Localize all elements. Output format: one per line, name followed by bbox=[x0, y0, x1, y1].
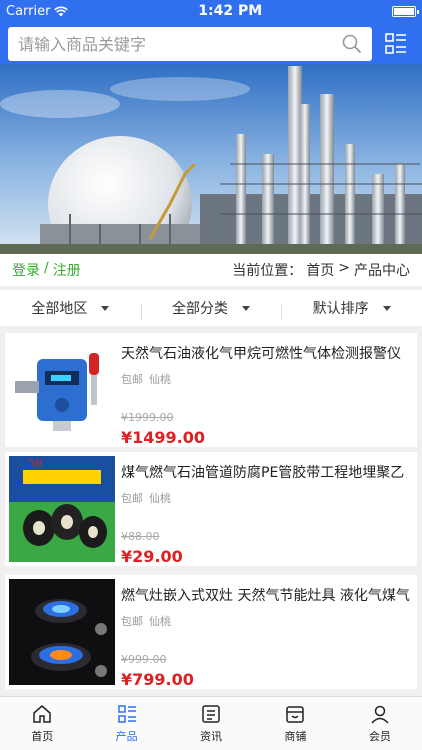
product-location: 仙桃 bbox=[149, 373, 171, 386]
battery-icon bbox=[391, 5, 419, 17]
status-bar: Carrier 1:42 PM bbox=[0, 0, 422, 22]
tab-member[interactable]: 会员 bbox=[338, 697, 422, 750]
chevron-down-icon bbox=[101, 305, 110, 311]
product-item[interactable]: 天然气石油液化气甲烷可燃性气体检测报警仪 包邮 仙桃 ¥1999.00 ¥149… bbox=[5, 333, 417, 447]
breadcrumb-current: 产品中心 bbox=[354, 263, 410, 279]
product-title[interactable]: 燃气灶嵌入式双灶 天然气节能灶具 液化气煤气 bbox=[121, 585, 417, 605]
chevron-down-icon bbox=[382, 305, 391, 311]
svg-text:飞跃: 飞跃 bbox=[27, 459, 43, 468]
original-price: ¥999.00 bbox=[121, 653, 167, 666]
tab-member-label: 会员 bbox=[368, 730, 391, 743]
filter-category-label: 全部分类 bbox=[172, 301, 228, 317]
breadcrumb-bar: 登录 / 注册 当前位置： 首页 > 产品中心 bbox=[0, 254, 422, 286]
user-icon bbox=[371, 705, 389, 724]
header-bar: Carrier 1:42 PM bbox=[0, 0, 422, 64]
sale-price: ¥1499.00 bbox=[121, 428, 206, 447]
sale-price: ¥799.00 bbox=[121, 670, 194, 689]
product-title[interactable]: 天然气石油液化气甲烷可燃性气体检测报警仪 bbox=[121, 343, 417, 363]
tab-shop-label: 商铺 bbox=[284, 730, 307, 743]
tab-shop[interactable]: 商铺 bbox=[253, 697, 337, 750]
news-icon bbox=[202, 705, 220, 723]
search-box[interactable] bbox=[8, 27, 372, 61]
tab-products[interactable]: 产品 bbox=[84, 697, 168, 750]
product-location: 仙桃 bbox=[149, 492, 171, 505]
search-icon[interactable] bbox=[342, 34, 362, 54]
breadcrumb: 当前位置： 首页 > 产品中心 bbox=[232, 260, 410, 280]
product-image-gas-stove[interactable] bbox=[9, 579, 115, 685]
list-icon bbox=[117, 705, 136, 723]
shipping-tag: 包邮 bbox=[121, 615, 143, 628]
tab-home[interactable]: 首页 bbox=[0, 697, 84, 750]
chevron-down-icon bbox=[242, 305, 250, 311]
product-item[interactable]: 燃气灶嵌入式双灶 天然气节能灶具 液化气煤气 包邮 仙桃 ¥999.00 ¥79… bbox=[5, 575, 417, 689]
product-image-gas-detector[interactable] bbox=[9, 337, 115, 443]
filter-category[interactable]: 全部分类 bbox=[140, 298, 282, 320]
shipping-tag: 包邮 bbox=[121, 492, 143, 505]
status-time: 1:42 PM bbox=[198, 3, 263, 19]
product-item[interactable]: 飞跃 煤气燃气石油管道防腐PE管胶带工程地埋聚乙 包邮 仙桃 ¥88.00 ¥2… bbox=[5, 452, 417, 566]
tab-products-label: 产品 bbox=[115, 730, 138, 743]
auth-separator: / bbox=[44, 260, 49, 276]
breadcrumb-home[interactable]: 首页 bbox=[306, 260, 334, 280]
product-image-pipe-tape[interactable]: 飞跃 bbox=[9, 456, 115, 562]
product-location: 仙桃 bbox=[149, 615, 171, 628]
home-icon bbox=[33, 705, 51, 723]
login-link[interactable]: 登录 bbox=[12, 260, 40, 280]
shop-icon bbox=[286, 706, 305, 723]
tab-home-label: 首页 bbox=[31, 730, 54, 743]
breadcrumb-label: 当前位置： bbox=[232, 263, 303, 279]
sale-price: ¥29.00 bbox=[121, 547, 183, 566]
breadcrumb-arrow: > bbox=[338, 260, 350, 276]
carrier-label: Carrier bbox=[6, 3, 51, 19]
wifi-icon bbox=[54, 6, 69, 16]
search-input[interactable] bbox=[18, 34, 342, 54]
tab-news[interactable]: 资讯 bbox=[169, 697, 253, 750]
filter-bar: 全部地区 全部分类 默认排序 bbox=[0, 290, 422, 326]
shipping-tag: 包邮 bbox=[121, 373, 143, 386]
tab-news-label: 资讯 bbox=[200, 730, 223, 743]
category-menu-button[interactable] bbox=[378, 27, 414, 61]
banner-image[interactable] bbox=[0, 64, 422, 254]
filter-sort-label: 默认排序 bbox=[312, 301, 369, 317]
category-menu-icon bbox=[385, 33, 406, 54]
original-price: ¥88.00 bbox=[121, 530, 160, 543]
original-price: ¥1999.00 bbox=[121, 411, 174, 424]
filter-region[interactable]: 全部地区 bbox=[0, 298, 141, 318]
filter-sort[interactable]: 默认排序 bbox=[281, 298, 422, 320]
product-title[interactable]: 煤气燃气石油管道防腐PE管胶带工程地埋聚乙 bbox=[121, 462, 417, 482]
filter-region-label: 全部地区 bbox=[31, 301, 88, 317]
register-link[interactable]: 注册 bbox=[53, 260, 81, 280]
bottom-tab-bar: 首页 产品 资讯 商铺 会员 bbox=[0, 696, 422, 750]
